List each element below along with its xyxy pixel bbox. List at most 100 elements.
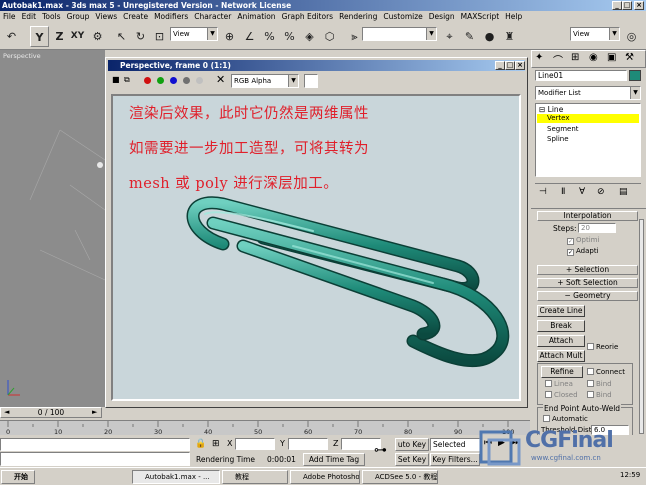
- save-icon[interactable]: ■: [112, 75, 120, 84]
- y-coord-field[interactable]: [288, 438, 328, 450]
- add-time-tag-button[interactable]: Add Time Tag: [303, 453, 365, 466]
- modify-tab-icon[interactable]: ⌒: [553, 52, 563, 67]
- scale-icon[interactable]: ⊡: [150, 26, 169, 47]
- select-icon[interactable]: ↖: [112, 26, 131, 47]
- interpolation-rollout-header[interactable]: Interpolation: [537, 211, 638, 221]
- align-icon[interactable]: ⌖: [440, 26, 459, 47]
- menu-item[interactable]: Animation: [237, 12, 275, 21]
- axis-z-button[interactable]: Z: [50, 26, 69, 47]
- connect-checkbox[interactable]: Connect: [587, 368, 625, 376]
- remove-modifier-icon[interactable]: ⊘: [597, 187, 605, 197]
- menu-item[interactable]: Create: [123, 12, 148, 21]
- menu-item[interactable]: Graph Editors: [282, 12, 334, 21]
- link-icon[interactable]: ⚙: [88, 26, 107, 47]
- bind-last-checkbox[interactable]: Bind: [587, 391, 612, 399]
- stack-item-spline[interactable]: Spline: [547, 135, 569, 143]
- configure-sets-icon[interactable]: ▤: [619, 187, 628, 197]
- make-unique-icon[interactable]: ∀: [579, 187, 585, 197]
- display-tab-icon[interactable]: ▣: [607, 52, 616, 63]
- optimize-checkbox[interactable]: ✓ Optimi: [567, 236, 599, 245]
- start-button[interactable]: 开始: [1, 470, 35, 484]
- menu-item[interactable]: Design: [429, 12, 455, 21]
- curve-editor-icon[interactable]: ✎: [460, 26, 479, 47]
- bind-first-checkbox[interactable]: Bind: [587, 380, 612, 388]
- absolute-mode-icon[interactable]: ⊞: [212, 439, 220, 449]
- steps-spinner[interactable]: 20: [578, 223, 616, 233]
- geometry-rollout-header[interactable]: − Geometry: [537, 291, 638, 301]
- red-channel-icon[interactable]: [144, 77, 151, 84]
- hierarchy-tab-icon[interactable]: ⊞: [571, 52, 579, 63]
- menu-item[interactable]: Tools: [42, 12, 60, 21]
- menu-item[interactable]: Customize: [383, 12, 422, 21]
- prev-frame-icon[interactable]: ◄: [4, 408, 9, 416]
- pin-stack-icon[interactable]: ⊣: [539, 187, 547, 197]
- menu-item[interactable]: Edit: [22, 12, 37, 21]
- perspective-viewport[interactable]: Perspective: [0, 50, 105, 407]
- snap-icon[interactable]: ∠: [240, 26, 259, 47]
- attach-mult-button[interactable]: Attach Mult: [537, 350, 585, 362]
- reorient-checkbox[interactable]: Reorie: [587, 343, 618, 351]
- menu-item[interactable]: Group: [67, 12, 90, 21]
- motion-tab-icon[interactable]: ◉: [589, 52, 598, 63]
- attach-button[interactable]: Attach: [537, 335, 585, 347]
- undo-icon[interactable]: ↶: [2, 26, 21, 47]
- axis-y-button[interactable]: Y: [30, 26, 49, 47]
- channel-select[interactable]: RGB Alpha ▼: [231, 74, 299, 88]
- linear-checkbox[interactable]: Linea: [545, 380, 573, 388]
- named-selection-icon[interactable]: ⬡: [320, 26, 339, 47]
- set-key-icon[interactable]: ⊶: [374, 443, 387, 458]
- menu-item[interactable]: File: [3, 12, 16, 21]
- show-end-result-icon[interactable]: Ⅱ: [561, 187, 565, 197]
- named-selection-select[interactable]: ▼: [362, 27, 437, 41]
- task-photoshop[interactable]: Adobe Photoshop: [290, 470, 360, 484]
- reference-coord-select[interactable]: View ▼: [170, 27, 218, 41]
- time-slider[interactable]: 0 / 100: [0, 407, 102, 418]
- vfw-maximize-button[interactable]: □: [505, 61, 515, 70]
- prompt-line[interactable]: [0, 452, 190, 466]
- axis-xy-button[interactable]: XY: [68, 26, 87, 47]
- close-button[interactable]: ×: [634, 1, 644, 10]
- menu-item[interactable]: Modifiers: [154, 12, 188, 21]
- task-tutorial-folder[interactable]: 教程: [222, 470, 288, 484]
- auto-key-button[interactable]: uto Key: [395, 438, 429, 451]
- utilities-tab-icon[interactable]: ⚒: [625, 52, 634, 63]
- menu-item[interactable]: Rendering: [339, 12, 377, 21]
- clear-icon[interactable]: ✕: [216, 73, 225, 86]
- vfw-minimize-button[interactable]: _: [495, 61, 505, 70]
- selection-rollout-header[interactable]: + Selection: [537, 265, 638, 275]
- clone-icon[interactable]: ⧉: [124, 75, 130, 85]
- x-coord-field[interactable]: [235, 438, 275, 450]
- menu-item[interactable]: Character: [194, 12, 231, 21]
- break-button[interactable]: Break: [537, 320, 585, 332]
- object-name-field[interactable]: Line01: [535, 70, 627, 81]
- menu-item[interactable]: Views: [95, 12, 117, 21]
- key-filters-button[interactable]: Key Filters...: [430, 453, 480, 466]
- refine-button[interactable]: Refine: [541, 366, 583, 378]
- minimize-button[interactable]: _: [612, 1, 622, 10]
- task-acdsee[interactable]: ACDSee 5.0 - 教程: [362, 470, 438, 484]
- pivot-icon[interactable]: ⊕: [220, 26, 239, 47]
- vfw-close-button[interactable]: ×: [515, 61, 525, 70]
- spinner-snap-icon[interactable]: ◈: [300, 26, 319, 47]
- modifier-list-select[interactable]: Modifier List ▼: [535, 86, 641, 100]
- stack-item-segment[interactable]: Segment: [547, 125, 579, 133]
- color-swatch[interactable]: [304, 74, 318, 88]
- closed-checkbox[interactable]: Closed: [545, 391, 578, 399]
- selected-select[interactable]: Selected: [430, 438, 480, 451]
- render-type-select[interactable]: View ▼: [570, 27, 620, 41]
- task-3dsmax[interactable]: Autobak1.max - ...: [132, 470, 220, 484]
- soft-selection-rollout-header[interactable]: + Soft Selection: [537, 278, 638, 288]
- rotate-icon[interactable]: ↻: [131, 26, 150, 47]
- menu-item[interactable]: Help: [505, 12, 522, 21]
- create-tab-icon[interactable]: ✦: [535, 52, 543, 63]
- maximize-button[interactable]: □: [622, 1, 632, 10]
- stack-item-vertex[interactable]: Vertex: [537, 114, 639, 123]
- percent-snap-icon[interactable]: %: [280, 26, 299, 47]
- material-editor-icon[interactable]: ●: [480, 26, 499, 47]
- angle-snap-icon[interactable]: %: [260, 26, 279, 47]
- next-frame-icon[interactable]: ►: [92, 408, 97, 416]
- menu-item[interactable]: MAXScript: [461, 12, 500, 21]
- mono-icon[interactable]: [196, 77, 203, 84]
- track-bar[interactable]: 0 10 20 30 40 50 60 70 80 90 100: [0, 420, 530, 436]
- render-scene-icon[interactable]: ♜: [500, 26, 519, 47]
